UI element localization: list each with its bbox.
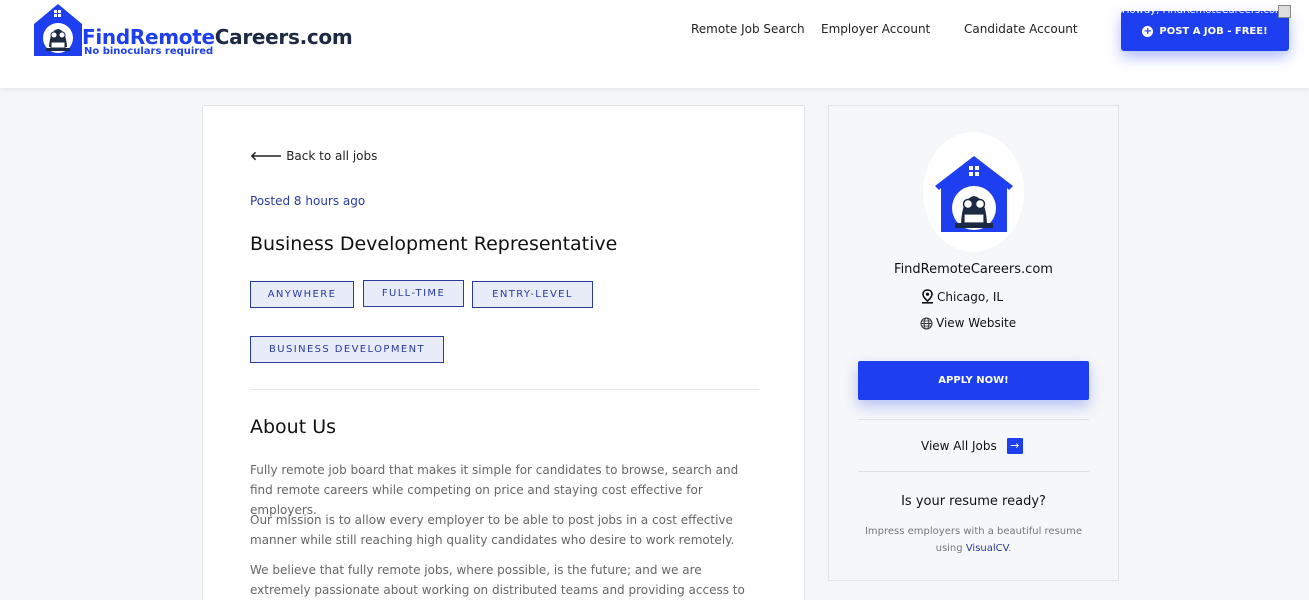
sidebar-divider xyxy=(858,471,1089,472)
post-job-label: POST A JOB - FREE! xyxy=(1159,25,1268,37)
logo-tagline: No binoculars required xyxy=(84,46,214,57)
view-website-label: View Website xyxy=(936,316,1017,330)
admin-avatar[interactable] xyxy=(1278,5,1291,18)
globe-icon xyxy=(920,317,933,329)
house-logo-icon xyxy=(34,4,82,56)
view-all-jobs-link[interactable]: View All Jobs → xyxy=(921,438,1023,454)
back-to-jobs-label: Back to all jobs xyxy=(286,149,378,163)
plus-circle-icon: + xyxy=(1142,25,1154,37)
section-divider xyxy=(250,389,759,390)
nav-remote-job-search[interactable]: Remote Job Search xyxy=(691,22,805,36)
tag-anywhere[interactable]: ANYWHERE xyxy=(250,281,354,308)
about-us-heading: About Us xyxy=(250,416,337,438)
logo-word-careers: Careers.com xyxy=(214,25,353,49)
arrow-right-icon: → xyxy=(1006,438,1023,454)
nav-candidate-account[interactable]: Candidate Account xyxy=(964,22,1078,36)
location-label: Chicago, IL xyxy=(937,289,1004,304)
tag-full-time[interactable]: FULL-TIME xyxy=(363,280,464,307)
view-all-jobs-label: View All Jobs xyxy=(921,439,997,453)
back-to-jobs-link[interactable]: 🡐 Back to all jobs xyxy=(250,148,377,163)
about-paragraph: Our mission is to allow every employer t… xyxy=(250,513,735,547)
company-name: FindRemoteCareers.com xyxy=(894,262,1053,277)
sidebar-divider xyxy=(858,419,1089,420)
tag-entry-level[interactable]: ENTRY-LEVEL xyxy=(472,281,593,308)
site-header: FindRemoteCareers.com No binoculars requ… xyxy=(0,0,1309,88)
resume-heading: Is your resume ready? xyxy=(901,494,1046,509)
about-paragraph: We believe that fully remote jobs, where… xyxy=(250,563,745,597)
job-detail-card: 🡐 Back to all jobs Posted 8 hours ago Bus… xyxy=(202,105,805,600)
company-sidebar: FindRemoteCareers.com Chicago, IL View W… xyxy=(828,105,1119,581)
tag-business-development[interactable]: BUSINESS DEVELOPMENT xyxy=(250,336,444,363)
arrow-left-icon: 🡐 xyxy=(250,149,283,163)
apply-now-button[interactable]: APPLY NOW! xyxy=(858,361,1089,400)
resume-description: Impress employers with a beautiful resum… xyxy=(859,523,1088,557)
house-logo-icon xyxy=(935,156,1013,232)
admin-howdy-text[interactable]: Howdy, FindRemoteCareers.com xyxy=(1122,5,1290,21)
visualcv-link[interactable]: VisualCV xyxy=(966,543,1008,554)
job-title: Business Development Representative xyxy=(250,233,618,255)
company-location: Chicago, IL xyxy=(921,289,1003,304)
company-logo xyxy=(923,132,1024,252)
nav-employer-account[interactable]: Employer Account xyxy=(821,22,930,36)
resume-period: . xyxy=(1008,543,1012,554)
view-website-link[interactable]: View Website xyxy=(920,316,1016,330)
site-logo[interactable]: FindRemoteCareers.com No binoculars requ… xyxy=(32,2,353,60)
posted-time: Posted 8 hours ago xyxy=(250,194,366,208)
map-pin-icon xyxy=(922,289,933,304)
